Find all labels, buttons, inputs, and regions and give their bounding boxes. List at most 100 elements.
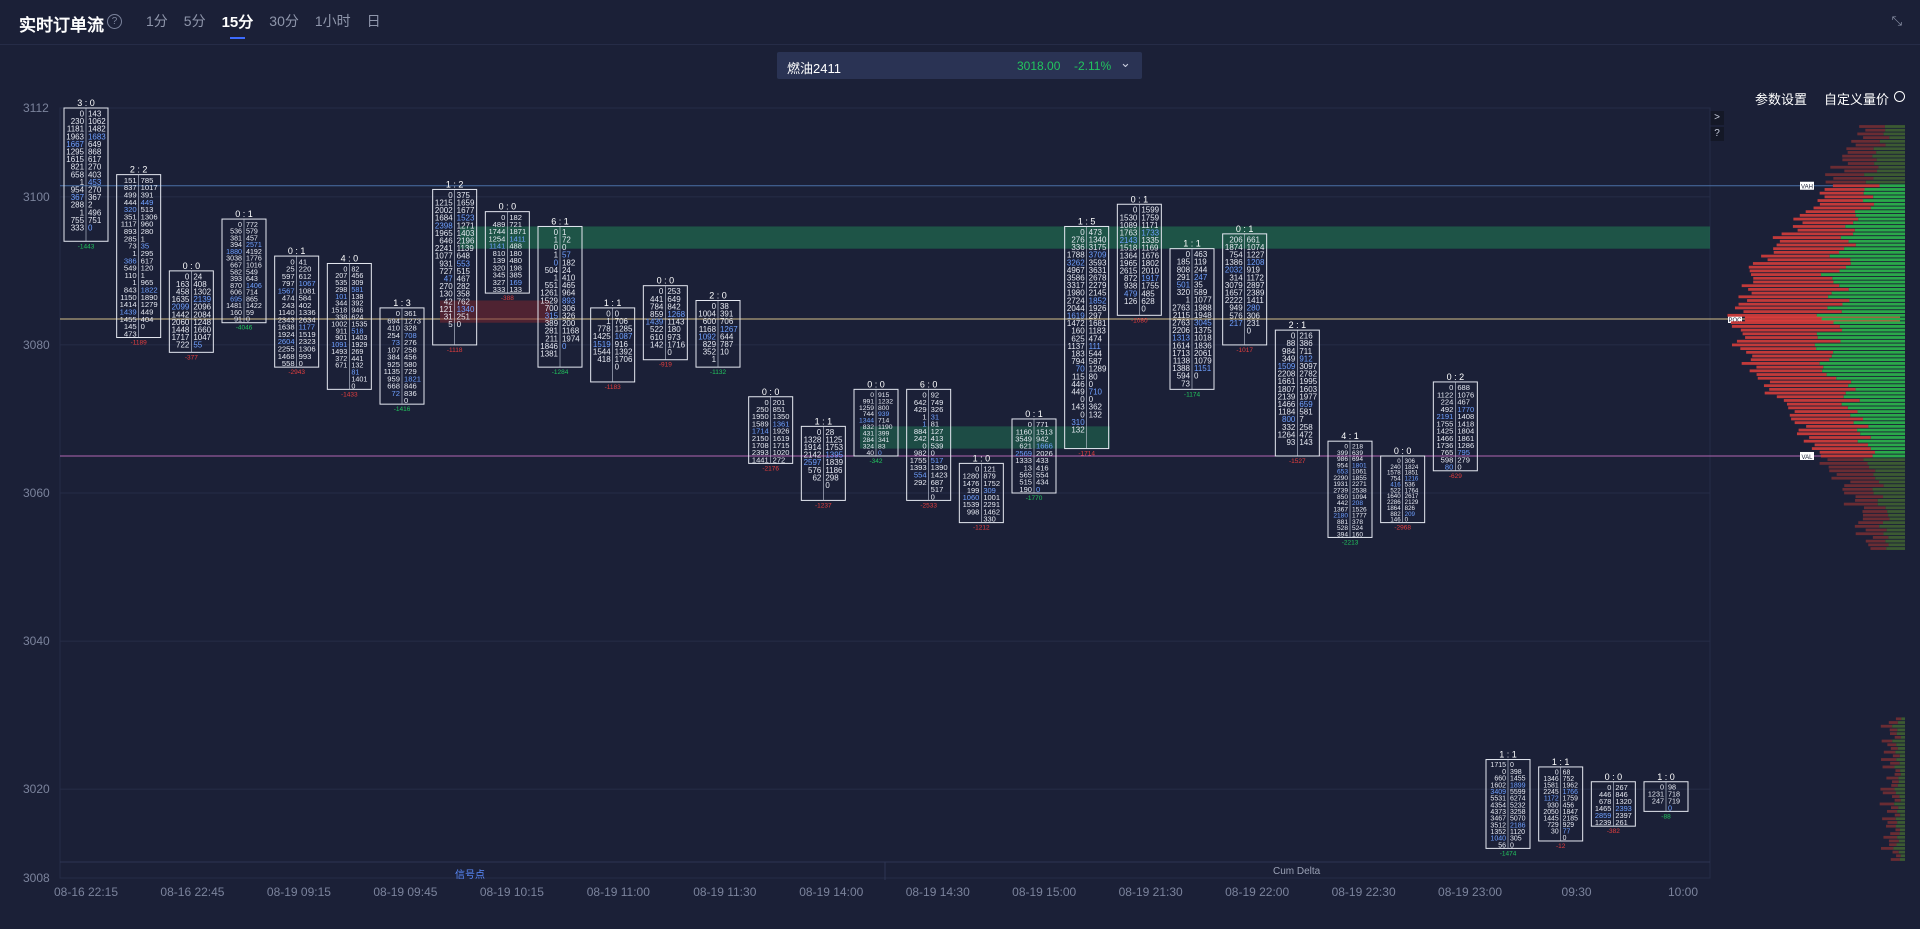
profile-sell-bar xyxy=(1881,739,1893,743)
ask-volume: 0 xyxy=(615,363,620,372)
ask-volume: 1715 xyxy=(773,441,790,450)
ask-volume: 649 xyxy=(667,295,681,304)
ask-volume: 279 xyxy=(1457,455,1470,464)
profile-sell-bar xyxy=(1794,421,1854,425)
bid-volume: 800 xyxy=(1282,415,1296,424)
ask-volume: 472 xyxy=(1299,430,1313,439)
bid-volume: 207 xyxy=(335,271,347,280)
ask-volume: 1190 xyxy=(878,424,893,431)
profile-buy-bar xyxy=(1883,484,1905,487)
tab-5min[interactable]: 5分 xyxy=(184,11,206,32)
profile-sell-bar xyxy=(1743,310,1842,314)
profile-buy-bar xyxy=(1844,247,1905,251)
ask-volume: 386 xyxy=(1299,339,1313,348)
x-tick-label: 08-19 14:30 xyxy=(905,885,970,899)
custom-volume-price-button[interactable]: 自定义量价 xyxy=(1824,89,1889,108)
settings-button[interactable]: 参数设置 xyxy=(1755,89,1807,108)
profile-sell-bar xyxy=(1863,506,1886,510)
ask-volume: 326 xyxy=(931,405,944,414)
bid-volume: 1914 xyxy=(804,443,822,452)
ask-volume: 787 xyxy=(720,340,734,349)
bar-delta: -1183 xyxy=(605,384,622,391)
bar-delta: -1080 xyxy=(1131,317,1148,324)
bid-volume: 0 xyxy=(554,258,559,267)
tab-15min[interactable]: 15分 xyxy=(222,11,253,39)
bar-head-label: 4 : 0 xyxy=(341,253,359,263)
ask-volume: 865 xyxy=(246,295,258,303)
bar-frame xyxy=(1222,233,1268,346)
bid-volume: 1950 xyxy=(752,412,769,421)
bid-volume: 4373 xyxy=(1490,809,1506,816)
bid-volume: 284 xyxy=(863,437,875,444)
ask-volume: 1094 xyxy=(1352,494,1367,501)
x-tick-label: 08-16 22:15 xyxy=(53,885,119,899)
profile-buy-bar xyxy=(1853,421,1905,425)
bar-head-label: 0 : 0 xyxy=(657,276,675,286)
bid-volume: 1150 xyxy=(120,293,136,302)
ask-volume: 0 xyxy=(351,381,355,390)
ask-volume: 1759 xyxy=(1563,796,1578,803)
bid-volume: 1755 xyxy=(1436,419,1453,428)
ask-volume: 180 xyxy=(667,325,681,334)
bar-frame xyxy=(1485,759,1531,849)
profile-sell-bar xyxy=(1895,769,1901,773)
profile-buy-bar xyxy=(1873,473,1905,476)
profile-sell-bar xyxy=(1889,728,1898,732)
profile-sell-bar xyxy=(1842,487,1873,491)
bid-volume: 931 xyxy=(439,259,453,268)
ask-volume: 751 xyxy=(88,216,102,225)
bar-delta: -382 xyxy=(1607,828,1620,835)
bid-volume: 1117 xyxy=(121,220,137,229)
ask-volume: 1285 xyxy=(615,325,633,334)
profile-sell-bar xyxy=(1851,139,1880,143)
bid-volume: 0 xyxy=(1080,395,1085,404)
y-tick-label: 3080 xyxy=(23,337,50,352)
ask-volume: 1716 xyxy=(667,340,685,349)
bid-volume: 1 xyxy=(1186,296,1191,305)
ask-volume: 200 xyxy=(562,319,576,328)
profile-sell-bar xyxy=(1769,387,1856,391)
bar-head-label: 1 : 1 xyxy=(1552,757,1570,767)
bid-volume: 515 xyxy=(1019,478,1032,487)
buy-imbalance-zone xyxy=(460,226,1710,249)
profile-buy-bar xyxy=(1853,221,1905,225)
symbol-selector[interactable]: 燃油2411 3018.00 -2.11% ⌄ xyxy=(777,52,1142,79)
ask-volume: 1666 xyxy=(1036,442,1053,451)
cum-delta-label[interactable]: Cum Delta xyxy=(1273,866,1320,877)
tab-day[interactable]: 日 xyxy=(367,11,381,32)
ask-volume: 473 xyxy=(1089,228,1103,237)
tab-1hour[interactable]: 1小时 xyxy=(315,11,351,32)
tab-30min[interactable]: 30分 xyxy=(269,11,299,32)
ask-volume: 587 xyxy=(1089,357,1103,366)
bid-volume: 344 xyxy=(335,299,347,308)
profile-buy-bar xyxy=(1828,295,1905,299)
help-panel-button[interactable]: ? xyxy=(1710,127,1724,141)
profile-buy-bar xyxy=(1894,802,1905,806)
bid-volume: 832 xyxy=(863,424,875,431)
tab-1min[interactable]: 1分 xyxy=(146,11,168,32)
collapse-icon[interactable]: ⤡ xyxy=(1892,13,1902,29)
profile-sell-bar xyxy=(1847,151,1877,154)
signal-point-label[interactable]: 信号点 xyxy=(455,866,485,881)
bid-volume: 1468 xyxy=(278,352,295,361)
bar-head-label: 1 : 0 xyxy=(973,453,991,463)
bid-volume: 72 xyxy=(392,389,400,398)
profile-buy-bar xyxy=(1867,443,1905,447)
bid-volume: 206 xyxy=(1229,235,1243,244)
bid-volume: 285 xyxy=(124,234,137,243)
profile-sell-bar xyxy=(1891,784,1898,787)
bid-volume: 446 xyxy=(1071,380,1085,389)
help-icon[interactable]: ? xyxy=(107,14,122,29)
profile-sell-bar xyxy=(1749,269,1840,273)
circle-icon[interactable] xyxy=(1894,91,1905,102)
profile-sell-bar xyxy=(1883,750,1896,754)
expand-panel-button[interactable]: > xyxy=(1710,111,1724,125)
profile-sell-bar xyxy=(1880,724,1893,728)
profile-buy-bar xyxy=(1877,502,1905,506)
profile-sell-bar xyxy=(1779,239,1849,243)
bid-volume: 2255 xyxy=(278,345,295,354)
ask-volume: 554 xyxy=(1036,471,1049,480)
profile-buy-bar xyxy=(1841,310,1905,314)
ask-volume: 729 xyxy=(404,367,417,376)
y-tick-label: 3100 xyxy=(23,189,50,204)
